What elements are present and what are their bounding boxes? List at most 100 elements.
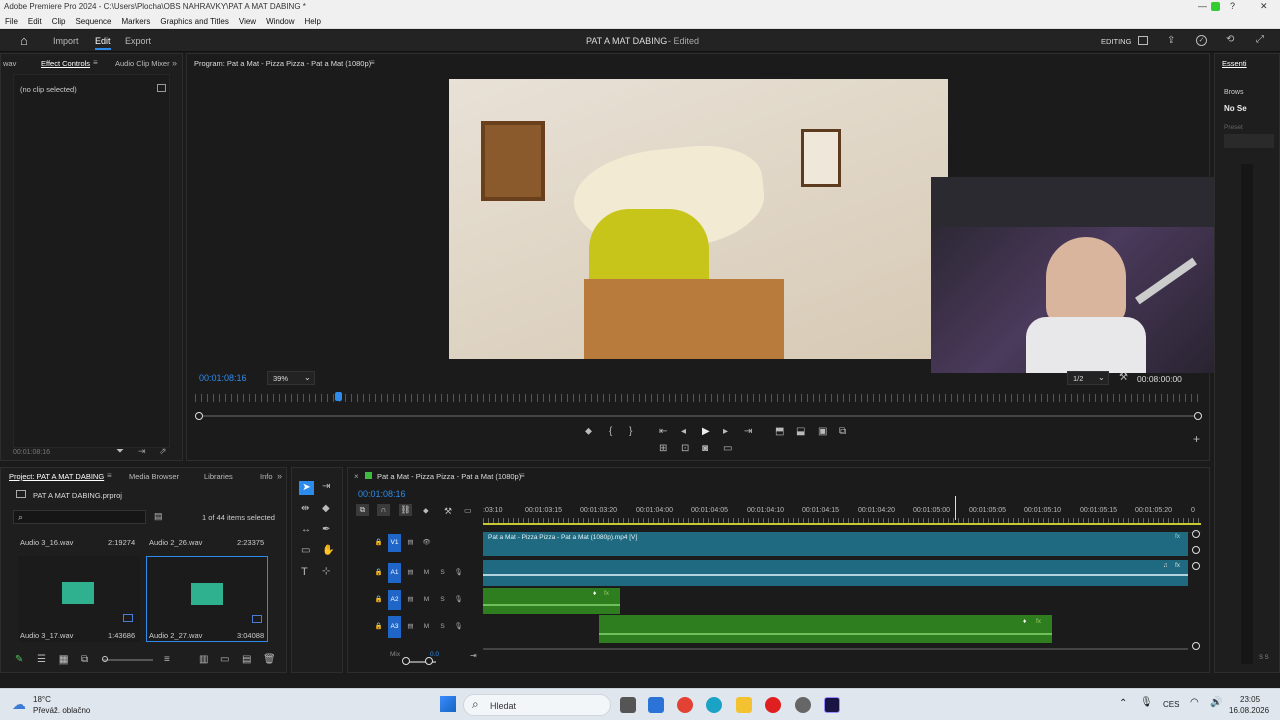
marker-icon[interactable]: ⬥ — [585, 427, 592, 437]
export-tab[interactable]: Export — [125, 36, 151, 46]
snap-icon[interactable]: ∩ — [377, 504, 390, 516]
zoom-handle-right[interactable] — [425, 657, 433, 665]
track-zoom-handle[interactable] — [1192, 562, 1200, 570]
pen-icon[interactable]: ✒ — [322, 525, 330, 535]
eye-icon[interactable]: 👁 — [420, 537, 433, 549]
add-marker-icon[interactable]: ⬥ — [423, 506, 429, 516]
track-end-icon[interactable]: ⇥ — [470, 651, 477, 660]
mic-icon[interactable]: 🎙 — [1140, 697, 1153, 708]
timeline-playhead[interactable] — [955, 496, 956, 520]
audio-clip-a2[interactable]: ♦ fx — [483, 588, 620, 614]
jump-icon[interactable]: ⇗ — [159, 446, 167, 457]
trash-icon[interactable]: 🗑 — [263, 655, 276, 665]
icon-view-icon[interactable]: ▦ — [59, 655, 69, 665]
close-tab-icon[interactable]: × — [354, 472, 359, 481]
filter-icon[interactable]: ⏷ — [116, 446, 124, 457]
video-clip-v1[interactable]: Pat a Mat - Pizza Pizza - Pat a Mat (108… — [483, 532, 1188, 556]
track-target-a3[interactable]: A3 — [388, 616, 401, 638]
tab-info[interactable]: Info — [260, 472, 273, 481]
taskbar-search[interactable]: ⌕ Hledat — [463, 694, 611, 716]
menu-graphics[interactable]: Graphics and Titles — [155, 15, 233, 29]
menu-help[interactable]: Help — [300, 15, 326, 29]
tab-project[interactable]: Project: PAT A MAT DABING — [9, 472, 104, 481]
track-zoom-handle[interactable] — [1192, 642, 1200, 650]
share-icon[interactable]: ⇪ — [1167, 35, 1175, 46]
audio-clip-a1[interactable]: ♫ fx — [483, 560, 1188, 586]
import-tab[interactable]: Import — [53, 36, 79, 46]
mic-icon[interactable]: 🎙 — [452, 567, 465, 579]
program-menu-icon[interactable]: ≡ — [370, 58, 375, 67]
project-search-input[interactable]: ⌕ — [13, 510, 146, 524]
program-title[interactable]: Program: Pat a Mat - Pizza Pizza - Pat a… — [194, 59, 371, 68]
premiere-icon[interactable] — [824, 697, 840, 713]
preset-dropdown[interactable] — [1224, 134, 1274, 148]
text-box-icon[interactable]: ⊹ — [322, 567, 330, 577]
export-frame-icon[interactable]: ▣ — [818, 427, 827, 437]
toggle-timeline-icon[interactable] — [157, 84, 166, 92]
video-frame[interactable] — [449, 79, 948, 359]
media-thumbnail[interactable] — [18, 556, 140, 642]
menu-window[interactable]: Window — [261, 15, 299, 29]
wrench-icon[interactable]: ⚒ — [1119, 372, 1128, 383]
clock-time[interactable]: 23:05 — [1240, 695, 1260, 704]
mic-icon[interactable]: 🎙 — [452, 594, 465, 606]
automate-icon[interactable]: ▥ — [199, 655, 208, 665]
go-to-out-icon[interactable]: ⇥ — [744, 427, 752, 437]
ripple-edit-icon[interactable]: ⇹ — [301, 504, 309, 514]
tab-wav[interactable]: wav — [3, 59, 16, 68]
workspace-label[interactable]: EDITING — [1101, 37, 1131, 46]
freeform-view-icon[interactable]: ⧉ — [81, 655, 88, 665]
menu-view[interactable]: View — [234, 15, 261, 29]
item-name[interactable]: Audio 3_16.wav — [20, 538, 73, 547]
check-icon[interactable]: ✓ — [1196, 35, 1207, 46]
go-to-in-icon[interactable]: ⇤ — [659, 427, 667, 437]
sync-lock-icon[interactable]: ▤ — [404, 621, 417, 633]
playhead[interactable] — [335, 392, 342, 401]
more-tabs-icon[interactable]: » — [277, 471, 282, 481]
item-name[interactable]: Audio 2_27.wav — [149, 631, 202, 640]
obs-icon[interactable] — [765, 697, 781, 713]
steam-icon[interactable] — [795, 697, 811, 713]
camera-icon[interactable]: ◙ — [702, 444, 708, 454]
store-icon[interactable] — [648, 697, 664, 713]
step-back-icon[interactable]: ◂ — [681, 427, 686, 437]
export-frame-icon[interactable]: ⇥ — [138, 446, 146, 457]
menu-clip[interactable]: Clip — [47, 15, 71, 29]
workspace-icon[interactable] — [1138, 36, 1148, 45]
multicam-icon[interactable]: ▭ — [723, 444, 732, 454]
menu-sequence[interactable]: Sequence — [70, 15, 116, 29]
lock-icon[interactable]: 🔒 — [372, 537, 385, 549]
item-name[interactable]: Audio 3_17.wav — [20, 631, 73, 640]
sync-lock-icon[interactable]: ▤ — [404, 594, 417, 606]
selection-tool-icon[interactable]: ➤ — [299, 481, 314, 495]
mark-in-icon[interactable]: { — [609, 427, 612, 437]
step-forward-icon[interactable]: ▸ — [723, 427, 728, 437]
mute-button[interactable]: M — [420, 594, 433, 606]
zoom-slider[interactable] — [103, 659, 153, 661]
track-target-a2[interactable]: A2 — [388, 590, 401, 610]
track-select-icon[interactable]: ⇥ — [322, 482, 330, 492]
hand-icon[interactable]: ✋ — [322, 546, 334, 556]
find-icon[interactable]: ▭ — [220, 655, 229, 665]
lift-icon[interactable]: ⬒ — [775, 427, 784, 437]
solo-button[interactable]: S — [436, 621, 449, 633]
edit-tab[interactable]: Edit — [95, 36, 111, 50]
overwrite-icon[interactable]: ⊡ — [681, 444, 689, 454]
home-icon[interactable]: ⌂ — [20, 33, 28, 48]
more-tabs-icon[interactable]: » — [172, 58, 177, 68]
zoom-handle-left[interactable] — [402, 657, 410, 665]
solo-button[interactable]: S — [436, 594, 449, 606]
rectangle-icon[interactable]: ▭ — [301, 546, 310, 556]
extract-icon[interactable]: ⬓ — [796, 427, 805, 437]
zoom-handle-right[interactable] — [1194, 412, 1202, 420]
audio-clip-a3[interactable]: ♦ fx — [599, 615, 1052, 643]
chrome-icon[interactable] — [677, 697, 693, 713]
zoom-scrollbar[interactable] — [199, 415, 1199, 417]
zoom-handle-left[interactable] — [195, 412, 203, 420]
play-icon[interactable]: ▶ — [702, 427, 710, 437]
tab-effect-controls[interactable]: Effect Controls — [41, 59, 90, 68]
nest-icon[interactable]: ⧉ — [356, 504, 369, 516]
lock-icon[interactable]: 🔒 — [372, 594, 385, 606]
razor-icon[interactable]: ◆ — [322, 504, 330, 514]
resolution-select[interactable]: 1/2 ⌄ — [1067, 371, 1109, 385]
